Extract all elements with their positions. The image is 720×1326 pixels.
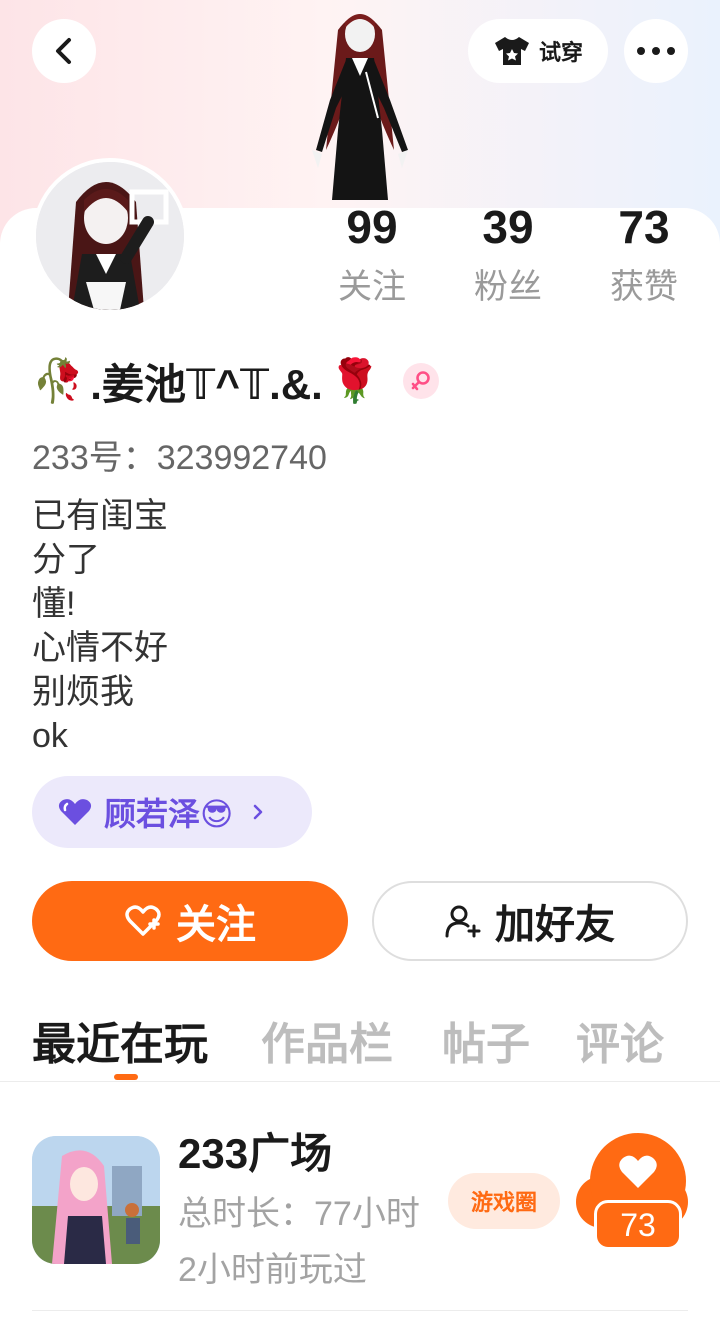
more-button[interactable] bbox=[624, 19, 688, 83]
heart-icon bbox=[58, 799, 92, 825]
follow-button[interactable]: 关注 bbox=[32, 881, 348, 961]
name-prefix-emoji: 🥀 bbox=[32, 356, 85, 404]
tabs-divider bbox=[0, 1081, 720, 1082]
stat-value: 39 bbox=[482, 201, 534, 253]
cp-name: 顾若泽😎 bbox=[104, 796, 234, 832]
stat-label: 关注 bbox=[338, 268, 406, 306]
tab-recently-played[interactable]: 最近在玩 bbox=[32, 1008, 208, 1072]
play-duration: 总时长：77小时 bbox=[178, 1195, 420, 1233]
stat-value: 73 bbox=[618, 201, 670, 253]
name-suffix-emoji: 🌹 bbox=[328, 356, 382, 404]
bio: 已有闺宝 分了 懂! 心情不好 别烦我 ok bbox=[32, 494, 168, 758]
bio-line: 别烦我 bbox=[32, 673, 134, 711]
chevron-right-icon bbox=[254, 804, 263, 820]
back-button[interactable] bbox=[32, 19, 96, 83]
gender-badge bbox=[403, 363, 440, 399]
cp-relation-tag[interactable]: 顾若泽😎 bbox=[32, 776, 312, 848]
bio-line: 懂! bbox=[32, 585, 76, 623]
bio-line: ok bbox=[32, 717, 68, 755]
username-row: 🥀 .姜池𝕋^𝕋.&. 🌹 bbox=[32, 346, 440, 416]
follow-label: 关注 bbox=[176, 903, 256, 947]
female-icon bbox=[411, 371, 430, 391]
add-friend-button[interactable]: 加好友 bbox=[372, 881, 688, 961]
heart-icon bbox=[619, 1155, 657, 1188]
try-on-label: 试穿 bbox=[538, 40, 583, 65]
tab-works[interactable]: 作品栏 bbox=[261, 1008, 393, 1072]
like-count: 73 bbox=[594, 1200, 682, 1250]
more-dots-icon bbox=[637, 47, 675, 55]
game-cover-image bbox=[32, 1136, 160, 1264]
stat-label: 粉丝 bbox=[474, 268, 542, 306]
active-tab-indicator bbox=[114, 1074, 138, 1080]
bio-line: 分了 bbox=[32, 541, 100, 579]
shirt-icon bbox=[494, 37, 529, 65]
add-user-icon bbox=[445, 905, 481, 938]
avatar-3d-figure[interactable] bbox=[290, 0, 430, 210]
avatar-image bbox=[36, 162, 184, 310]
game-icon[interactable] bbox=[32, 1136, 160, 1264]
stat-label: 获赞 bbox=[610, 268, 678, 306]
stat-followers[interactable]: 39 粉丝 bbox=[453, 200, 563, 310]
bio-line: 已有闺宝 bbox=[32, 497, 168, 535]
stat-following[interactable]: 99 关注 bbox=[317, 200, 427, 310]
add-friend-label: 加好友 bbox=[495, 903, 615, 947]
game-circle-button[interactable]: 游戏圈 bbox=[448, 1173, 560, 1229]
tab-posts[interactable]: 帖子 bbox=[442, 1008, 530, 1072]
tab-comments[interactable]: 评论 bbox=[576, 1008, 664, 1072]
chevron-left-icon bbox=[56, 38, 71, 64]
bio-line: 心情不好 bbox=[32, 629, 168, 667]
row-divider bbox=[32, 1310, 688, 1311]
username: .姜池𝕋^𝕋.&. bbox=[90, 360, 323, 408]
user-id: 233号：323992740 bbox=[32, 439, 327, 477]
stat-likes[interactable]: 73 获赞 bbox=[589, 200, 699, 310]
try-on-button[interactable]: 试穿 bbox=[468, 19, 608, 83]
heart-plus-icon bbox=[125, 905, 161, 936]
last-played: 2小时前玩过 bbox=[178, 1251, 367, 1289]
avatar[interactable] bbox=[32, 158, 188, 314]
game-title[interactable]: 233广场 bbox=[178, 1120, 332, 1181]
stat-value: 99 bbox=[346, 201, 398, 253]
